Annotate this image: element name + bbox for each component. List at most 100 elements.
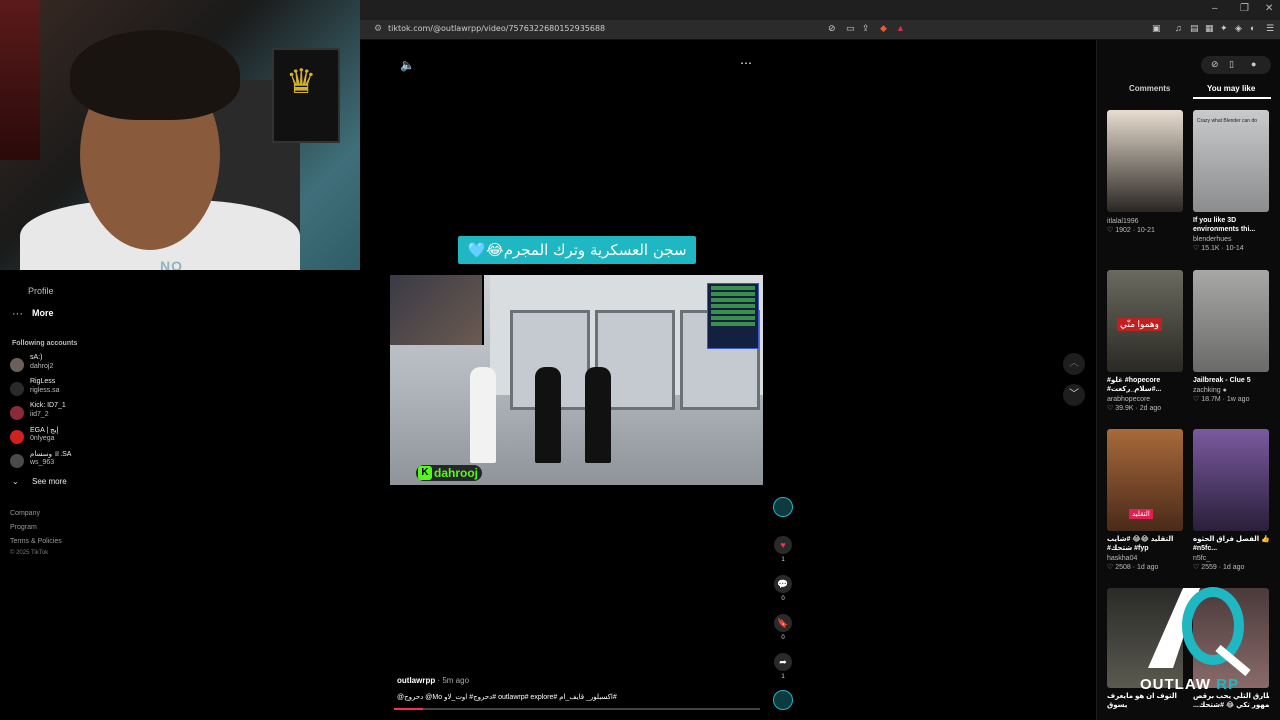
next-video-button[interactable]: ﹀ <box>1063 384 1085 406</box>
brave-shield-icon[interactable]: ◆ <box>880 23 887 34</box>
video-facecam <box>390 275 484 345</box>
share-arrow-icon: ➦ <box>774 653 792 671</box>
vpn-icon[interactable]: ◈ <box>1235 23 1242 34</box>
address-bar[interactable]: ⚙ tiktok.com/@outlawrpp/video/7576322680… <box>360 20 1280 40</box>
video-stats: ♡ 2559 · 1d ago <box>1193 564 1245 571</box>
recommended-video[interactable]: التقليد التقليد 😂😂 #شايب #شتحك #fyp hask… <box>1107 429 1183 571</box>
poster-image <box>0 0 40 160</box>
video-thumbnail[interactable]: Crazy what Blender can do <box>1193 110 1269 212</box>
compass-icon[interactable]: ⊘ <box>1211 59 1219 70</box>
video-stats: ♡ 2508 · 1d ago <box>1107 564 1159 571</box>
account-handle: iid7_2 <box>30 411 49 418</box>
media-icon[interactable]: ♫ <box>1175 23 1182 33</box>
video-title-line2: يسوق <box>1107 702 1128 709</box>
previous-video-button[interactable]: ︿ <box>1063 353 1085 375</box>
following-account[interactable]: وسسام ♕.SA ws_963 <box>10 450 190 472</box>
video-stats: ♡ 18.7M · 1w ago <box>1193 396 1250 403</box>
see-more-link[interactable]: See more <box>32 477 67 486</box>
leo-icon[interactable]: ◐ <box>1250 23 1255 33</box>
recommended-video[interactable]: وهموا منّي #غلو #hopecore #سلام_ركعت#...… <box>1107 270 1183 412</box>
video-title-line2: #n5fc... <box>1193 545 1218 552</box>
video-title: #غلو #hopecore <box>1107 377 1161 384</box>
tab-comments[interactable]: Comments <box>1129 84 1170 93</box>
outlaw-rp-watermark: OUTLAW RP <box>1128 578 1268 698</box>
webcam-overlay: ♛ NO <box>0 0 360 270</box>
reader-icon[interactable]: ⊘ <box>828 23 836 34</box>
thumbnail-text: Crazy what Blender can do <box>1197 118 1258 124</box>
sidebar-item-profile[interactable]: Profile <box>28 286 54 296</box>
video-thumbnail[interactable]: التقليد <box>1107 429 1183 531</box>
close-icon[interactable]: ✕ <box>1265 3 1273 14</box>
account-name: وسسام ♕.SA <box>30 451 72 458</box>
wallet-icon[interactable]: ▦ <box>1205 23 1214 34</box>
video-thumbnail[interactable]: وهموا منّي <box>1107 270 1183 372</box>
recommended-video[interactable]: itlalal1996 ♡ 1902 · 10-21 <box>1107 110 1183 234</box>
crown-icon: ♛ <box>286 63 317 101</box>
video-thumbnail[interactable] <box>1193 270 1269 372</box>
following-account[interactable]: EGA | إيج 0nlyega <box>10 426 190 448</box>
video-progress-bar[interactable] <box>394 708 760 710</box>
like-count: 1 <box>781 557 785 563</box>
panel-toolbar: ⊘ ▯ ● <box>1201 56 1271 74</box>
bookmarks-icon[interactable]: ▤ <box>1190 23 1199 34</box>
game-character <box>470 367 496 463</box>
video-stats: ♡ 39.9K · 2d ago <box>1107 405 1162 412</box>
following-account[interactable]: sA:) dahroj2 <box>10 354 190 376</box>
author-name[interactable]: outlawrpp <box>397 676 435 685</box>
share-icon[interactable]: ⇪ <box>862 23 870 34</box>
webcam-tag: NO <box>160 258 183 270</box>
sidebar-toggle-icon[interactable]: ▣ <box>1152 23 1161 34</box>
save-button[interactable]: 🔖 0 <box>773 614 793 641</box>
game-scoreboard <box>707 283 759 349</box>
watermark-suffix: RP <box>1216 676 1240 693</box>
video-thumbnail[interactable] <box>1107 110 1183 212</box>
footer-terms-link[interactable]: Terms & Policies <box>10 538 62 545</box>
recommended-video[interactable]: Crazy what Blender can do If you like 3D… <box>1193 110 1269 252</box>
more-options-icon[interactable]: ⋯ <box>740 56 752 70</box>
minimize-icon[interactable]: – <box>1212 3 1218 14</box>
footer-program-link[interactable]: Program <box>10 524 37 531</box>
extensions-icon[interactable]: ✦ <box>1220 23 1228 34</box>
account-handle: rigless.sa <box>30 387 60 394</box>
video-description[interactable]: @دحروج @Mo دحروج# اوت_لاو# outlawrp# exp… <box>397 693 757 701</box>
share-button[interactable]: ➦ 1 <box>773 653 793 680</box>
video-stats: ♡ 15.1K · 10-14 <box>1193 245 1244 252</box>
thumbnail-text: وهموا منّي <box>1117 318 1162 331</box>
creator-avatar[interactable] <box>773 497 793 517</box>
tab-you-may-like[interactable]: You may like <box>1207 84 1255 93</box>
url-text[interactable]: tiktok.com/@outlawrpp/video/757632268015… <box>388 24 605 33</box>
phone-icon[interactable]: ▯ <box>1229 59 1234 70</box>
game-character <box>585 367 611 463</box>
account-name: EGA | إيج <box>30 427 59 434</box>
restore-icon[interactable]: ❐ <box>1240 3 1249 14</box>
account-name: Kick: ID7_1 <box>30 402 66 409</box>
video-caption-banner: سجن العسكرية وترك المجرم😂🩵 <box>458 236 696 264</box>
comment-button[interactable]: 💬 0 <box>773 575 793 602</box>
music-disc-avatar[interactable] <box>773 690 793 710</box>
menu-icon[interactable]: ☰ <box>1266 23 1274 34</box>
volume-icon[interactable]: 🔈 <box>400 58 415 72</box>
recommended-video[interactable]: الفصل فراق الحثوه 👍 #n5fc... n5fc_ ♡ 255… <box>1193 429 1269 571</box>
watermark-text: OUTLAW RP <box>1140 676 1239 693</box>
brave-rewards-icon[interactable]: ▲ <box>896 23 905 33</box>
video-author[interactable]: outlawrpp · 5m ago <box>397 676 469 685</box>
like-button[interactable]: ♥ 1 <box>773 536 793 563</box>
sidebar-item-more[interactable]: More <box>32 308 54 318</box>
browser-title-bar: – ❐ ✕ <box>360 0 1280 20</box>
site-info-icon[interactable]: ⚙ <box>374 23 382 34</box>
avatar <box>10 454 24 468</box>
footer-company-link[interactable]: Company <box>10 510 40 517</box>
video-username: itlalal1996 <box>1107 218 1139 225</box>
thumbnail-text: التقليد <box>1129 509 1153 519</box>
following-accounts-title: Following accounts <box>12 340 78 347</box>
video-username: n5fc_ <box>1193 555 1211 562</box>
video-thumbnail[interactable] <box>1193 429 1269 531</box>
following-account[interactable]: RigLess rigless.sa <box>10 378 190 400</box>
following-account[interactable]: Kick: ID7_1 iid7_2 <box>10 402 190 424</box>
video-frame[interactable]: Kdahrooj <box>390 275 763 485</box>
recommended-video[interactable]: Jailbreak - Clue 5 zachking ● ♡ 18.7M · … <box>1193 270 1269 403</box>
video-stats: ♡ 1902 · 10-21 <box>1107 227 1155 234</box>
cast-icon[interactable]: ▭ <box>846 23 855 34</box>
kick-username-tag: Kdahrooj <box>416 465 482 481</box>
profile-avatar-icon[interactable]: ● <box>1251 59 1256 69</box>
